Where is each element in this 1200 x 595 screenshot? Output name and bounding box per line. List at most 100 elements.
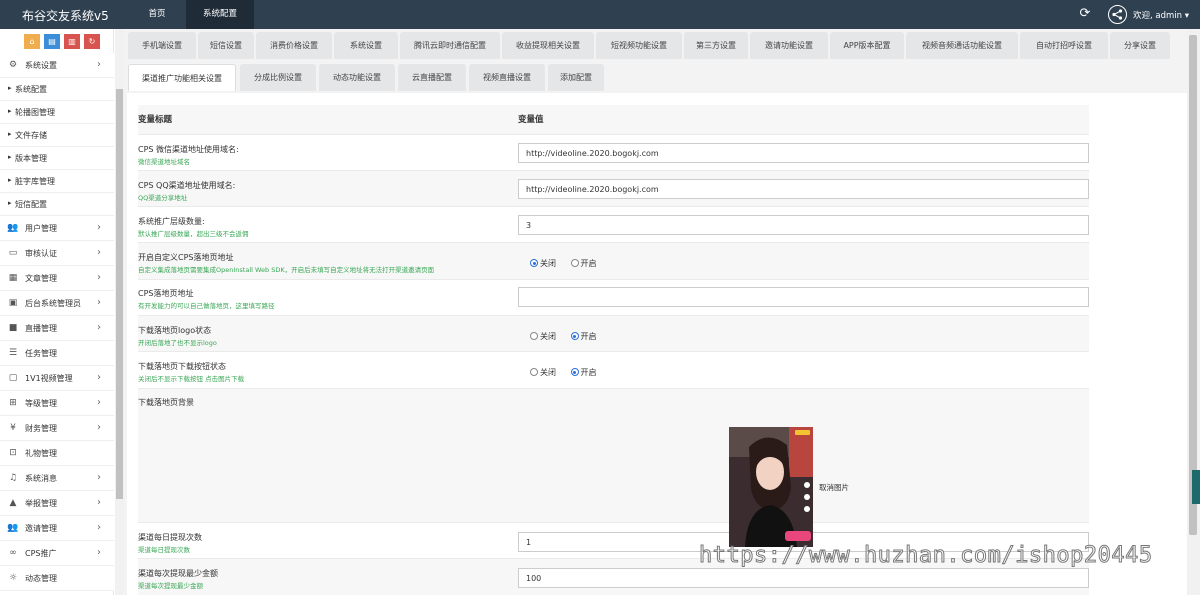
trash-quick-icon[interactable]: ▥: [64, 34, 80, 49]
radio-circle[interactable]: [570, 368, 579, 376]
cps-landing-url-input[interactable]: [518, 287, 1089, 307]
chevron-icon: ›: [97, 547, 101, 558]
sidebar-sub-file-storage[interactable]: 文件存储: [0, 124, 114, 147]
sidebar-scrollbar[interactable]: [115, 29, 124, 595]
radio-off[interactable]: 关闭: [530, 258, 556, 269]
sidebar-item-admins[interactable]: ▣ 后台系统管理员 ›: [0, 291, 114, 316]
tab-share[interactable]: 分享设置: [1110, 32, 1170, 59]
row-hint: 自定义集成落地页需要集成OpenInstall Web SDK，开启后未填写自定…: [138, 266, 435, 274]
row-hint: 微信渠道地址域名: [138, 158, 190, 166]
radio-on[interactable]: 开启: [570, 331, 597, 342]
sidebar-item-label: 任务管理: [25, 349, 57, 358]
gift-icon: ⊡: [9, 448, 17, 458]
tab-channel-promo[interactable]: 渠道推广功能相关设置: [128, 64, 236, 91]
sidebar-sub-sms[interactable]: 短信配置: [0, 193, 114, 216]
sidebar-item-label: 动态管理: [25, 574, 57, 583]
radio-circle[interactable]: [530, 259, 538, 267]
sidebar-sub-carousel[interactable]: 轮播图管理: [0, 101, 114, 124]
col-title-header: 变量标题: [138, 115, 173, 125]
row-title: 下载落地页下载按钮状态: [138, 362, 226, 371]
tab-dynamic[interactable]: 动态功能设置: [319, 64, 395, 91]
sidebar-sub-system-config[interactable]: 系统配置: [0, 78, 114, 101]
chevron-icon: ›: [97, 272, 101, 283]
sidebar-item-articles[interactable]: ▦ 文章管理 ›: [0, 266, 114, 291]
sidebar-item-cps[interactable]: ∞ CPS推广 ›: [0, 541, 114, 566]
promo-levels-input[interactable]: [518, 215, 1089, 235]
min-withdraw-amount-input[interactable]: [518, 568, 1089, 588]
radio-on[interactable]: 开启: [570, 367, 597, 378]
tab-third-party[interactable]: 第三方设置: [684, 32, 748, 59]
landing-background-image[interactable]: [729, 427, 813, 547]
sidebar-scroll-thumb[interactable]: [116, 89, 123, 499]
sidebar-item-audit[interactable]: ▭ 审核认证 ›: [0, 241, 114, 266]
sidebar-item-1v1[interactable]: ▢ 1V1视频管理 ›: [0, 366, 114, 391]
tab-video-live[interactable]: 视频直播设置: [469, 64, 545, 91]
nav-home[interactable]: 首页: [128, 0, 186, 29]
video-camera-icon: ■: [8, 323, 18, 333]
sub-label: 脏字库管理: [8, 176, 55, 187]
sidebar-item-label: 文章管理: [25, 274, 57, 283]
tab-im[interactable]: 腾讯云即时通信配置: [400, 32, 500, 59]
nav-system-config[interactable]: 系统配置: [186, 0, 254, 29]
sidebar-item-gifts[interactable]: ⊡ 礼物管理: [0, 441, 114, 466]
main-scrollbar[interactable]: [1187, 29, 1200, 595]
tab-commission[interactable]: 分成比例设置: [240, 64, 316, 91]
radio-on[interactable]: 开启: [570, 258, 597, 269]
sub-label: 短信配置: [8, 199, 47, 210]
qq-domain-input[interactable]: [518, 179, 1089, 199]
users-group-icon: 👥: [7, 523, 19, 533]
sidebar-item-invites[interactable]: 👥 邀请管理 ›: [0, 516, 114, 541]
tab-add-config[interactable]: 添加配置: [548, 64, 604, 91]
sidebar-item-messages[interactable]: ♫ 系统消息 ›: [0, 466, 114, 491]
sidebar-item-finance[interactable]: ¥ 财务管理 ›: [0, 416, 114, 441]
reload-quick-icon[interactable]: ↻: [84, 34, 100, 49]
row-title: CPS 微信渠道地址使用域名:: [138, 145, 239, 154]
tab-invite[interactable]: 邀请功能设置: [750, 32, 828, 59]
radio-off[interactable]: 关闭: [530, 331, 556, 342]
sidebar-item-dynamics[interactable]: ☼ 动态管理: [0, 566, 114, 591]
tab-withdraw[interactable]: 收益提现相关设置: [502, 32, 594, 59]
list-icon: ☰: [8, 348, 18, 358]
user-menu[interactable]: 欢迎, admin ▾: [1133, 9, 1189, 21]
sidebar-item-system-settings[interactable]: ⚙ 系统设置 ›: [0, 53, 114, 78]
sidebar-sub-version[interactable]: 版本管理: [0, 147, 114, 170]
main-content: 手机端设置 短信设置 消费价格设置 系统设置 腾讯云即时通信配置 收益提现相关设…: [124, 29, 1200, 595]
sidebar-item-users[interactable]: 👥 用户管理 ›: [0, 216, 114, 241]
refresh-icon[interactable]: ⟳: [1078, 6, 1092, 22]
tab-call[interactable]: 视频音频通话功能设置: [906, 32, 1018, 59]
main-scroll-thumb[interactable]: [1189, 35, 1197, 535]
sidebar-item-live[interactable]: ■ 直播管理 ›: [0, 316, 114, 341]
table-row: 下载落地页背景: [138, 389, 1089, 523]
tab-greet[interactable]: 自动打招呼设置: [1020, 32, 1108, 59]
share-icon[interactable]: [1108, 5, 1127, 24]
home-quick-icon[interactable]: ⌂: [24, 34, 40, 49]
radio-off[interactable]: 关闭: [530, 367, 556, 378]
warning-icon: ▲: [9, 498, 17, 508]
tab-system[interactable]: 系统设置: [334, 32, 398, 59]
file-quick-icon[interactable]: ▤: [44, 34, 60, 49]
tab-mobile[interactable]: 手机端设置: [128, 32, 196, 59]
sidebar-sub-dirty-words[interactable]: 脏字库管理: [0, 170, 114, 193]
radio-circle[interactable]: [530, 368, 538, 376]
chevron-icon: ›: [97, 322, 101, 333]
sidebar-item-reports[interactable]: ▲ 举报管理 ›: [0, 491, 114, 516]
radio-circle[interactable]: [530, 332, 538, 340]
tab-cloud-live[interactable]: 云直播配置: [398, 64, 466, 91]
tab-price[interactable]: 消费价格设置: [256, 32, 332, 59]
sidebar-item-label: 直播管理: [25, 324, 57, 333]
tab-sms[interactable]: 短信设置: [198, 32, 254, 59]
handshake-icon: ∞: [9, 548, 17, 558]
floating-side-widget[interactable]: [1192, 470, 1200, 504]
sidebar-item-label: CPS推广: [25, 549, 57, 558]
sidebar-item-label: 礼物管理: [25, 449, 57, 458]
tab-short-video[interactable]: 短视频功能设置: [596, 32, 682, 59]
tab-app-version[interactable]: APP版本配置: [830, 32, 904, 59]
row-title: 系统推广层级数量:: [138, 217, 205, 226]
table-row: CPS 微信渠道地址使用域名: 微信渠道地址域名: [138, 135, 1089, 171]
wechat-domain-input[interactable]: [518, 143, 1089, 163]
radio-circle[interactable]: [570, 259, 579, 267]
sidebar-item-levels[interactable]: ⊞ 等级管理 ›: [0, 391, 114, 416]
remove-image-button[interactable]: 取消图片: [819, 482, 849, 493]
radio-circle[interactable]: [570, 332, 579, 340]
sidebar-item-tasks[interactable]: ☰ 任务管理: [0, 341, 114, 366]
